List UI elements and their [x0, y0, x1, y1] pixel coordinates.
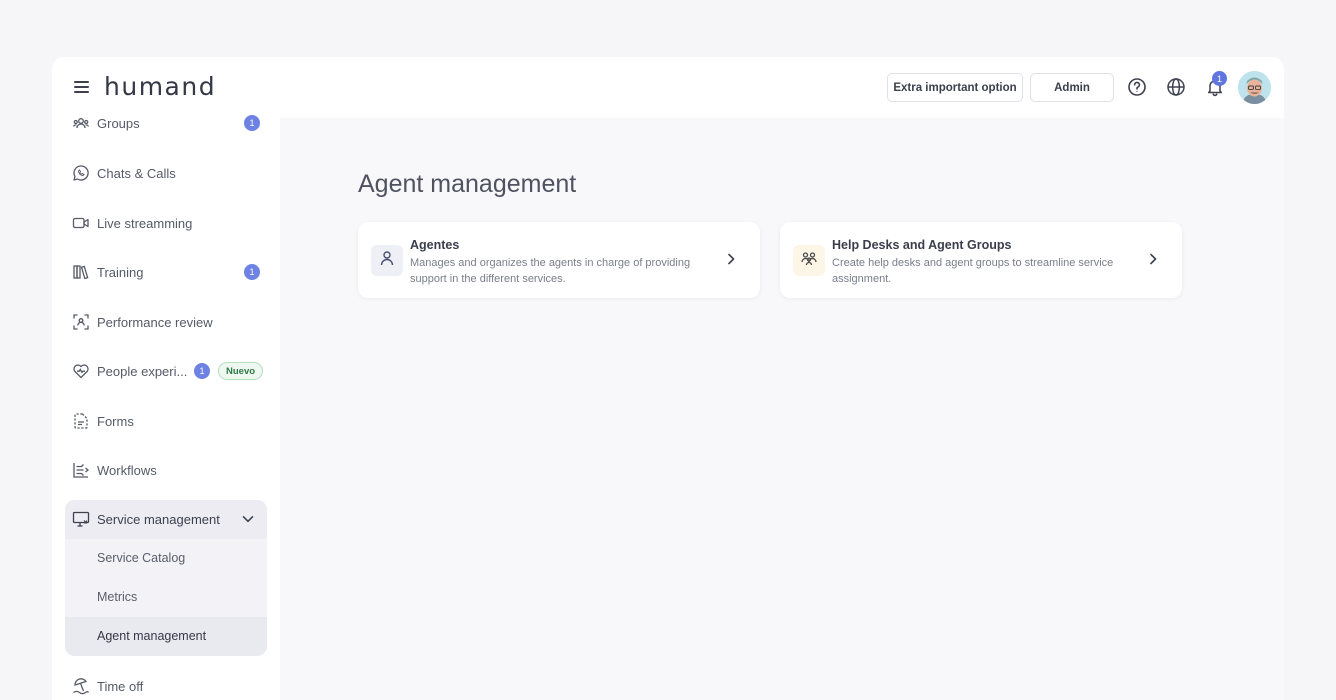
focus-icon: [72, 313, 90, 331]
card-icon-box: [371, 245, 403, 276]
sidebar-item-label: Groups: [97, 115, 140, 131]
sidebar-subitem-label: Agent management: [97, 629, 207, 643]
app-logo[interactable]: humand: [104, 72, 216, 101]
workflow-icon: [72, 461, 90, 479]
count-badge: 1: [244, 264, 260, 280]
sidebar-subitem-metrics[interactable]: Metrics: [65, 578, 267, 617]
sidebar-item-label: Workflows: [97, 462, 157, 478]
notification-badge: 1: [1212, 71, 1227, 86]
sidebar-item-service-management[interactable]: Service management: [65, 500, 267, 539]
sidebar-item-label: Live streamming: [97, 215, 193, 231]
heart-icon: [72, 362, 90, 380]
sidebar-subitem-service-catalog[interactable]: Service Catalog: [65, 539, 267, 578]
extra-important-option-button[interactable]: Extra important option: [887, 73, 1023, 102]
count-badge: 1: [244, 115, 260, 131]
service-management-group: Service management Service Catalog Metri…: [65, 500, 267, 656]
agentes-card[interactable]: Agentes Manages and organizes the agents…: [358, 222, 760, 298]
new-tag: Nuevo: [218, 362, 264, 380]
sidebar-item-chats-calls[interactable]: Chats & Calls: [64, 154, 268, 192]
sidebar-item-label: Chats & Calls: [97, 165, 176, 181]
page-title: Agent management: [358, 170, 577, 198]
sidebar-item-time-off[interactable]: Time off: [64, 667, 268, 700]
admin-button[interactable]: Admin: [1030, 73, 1114, 102]
card-title: Help Desks and Agent Groups: [832, 238, 1012, 252]
sidebar-item-label: People experi...: [97, 363, 188, 379]
globe-icon[interactable]: [1166, 77, 1186, 97]
sidebar-item-forms[interactable]: Forms: [64, 402, 268, 440]
monitor-icon: [72, 510, 90, 528]
chat-icon: [72, 164, 90, 182]
menu-icon[interactable]: [74, 81, 89, 93]
sidebar-item-label: Time off: [97, 678, 144, 694]
sidebar-item-performance-review[interactable]: Performance review: [64, 303, 268, 341]
card-icon-box: [793, 245, 825, 276]
card-description: Create help desks and agent groups to st…: [832, 257, 1114, 285]
sidebar-item-groups[interactable]: Groups 1: [64, 104, 268, 142]
chevron-down-icon[interactable]: [241, 512, 255, 526]
agent-groups-icon: [800, 249, 818, 272]
count-badge: 1: [194, 363, 210, 379]
sidebar-subitem-agent-management[interactable]: Agent management: [65, 617, 267, 656]
sidebar: Groups 1 Chats & Calls Live streamming T…: [52, 115, 280, 700]
card-title: Agentes: [410, 238, 460, 252]
help-desks-agent-groups-card[interactable]: Help Desks and Agent Groups Create help …: [780, 222, 1182, 298]
sidebar-item-live-streamming[interactable]: Live streamming: [64, 204, 268, 242]
sidebar-item-label: Performance review: [97, 314, 213, 330]
avatar[interactable]: [1238, 71, 1271, 104]
chevron-right-icon: [1146, 252, 1160, 266]
sidebar-subitem-label: Service Catalog: [97, 551, 186, 565]
chevron-right-icon: [724, 252, 738, 266]
books-icon: [72, 263, 90, 281]
person-icon: [378, 249, 396, 272]
sidebar-item-label: Training: [97, 264, 144, 280]
sidebar-item-label: Service management: [97, 512, 220, 527]
help-icon[interactable]: [1127, 77, 1147, 97]
sidebar-item-label: Forms: [97, 413, 134, 429]
sidebar-subitem-label: Metrics: [97, 590, 138, 604]
sidebar-item-training[interactable]: Training 1: [64, 253, 268, 291]
card-description: Manages and organizes the agents in char…: [410, 257, 691, 285]
beach-icon: [72, 677, 90, 695]
form-icon: [72, 412, 90, 430]
app-window: humand Extra important option Admin 1 Gr…: [52, 57, 1284, 700]
video-icon: [72, 214, 90, 232]
sidebar-item-workflows[interactable]: Workflows: [64, 451, 268, 489]
sidebar-item-people-experience[interactable]: People experi... 1 Nuevo: [64, 352, 268, 390]
groups-icon: [72, 114, 90, 132]
